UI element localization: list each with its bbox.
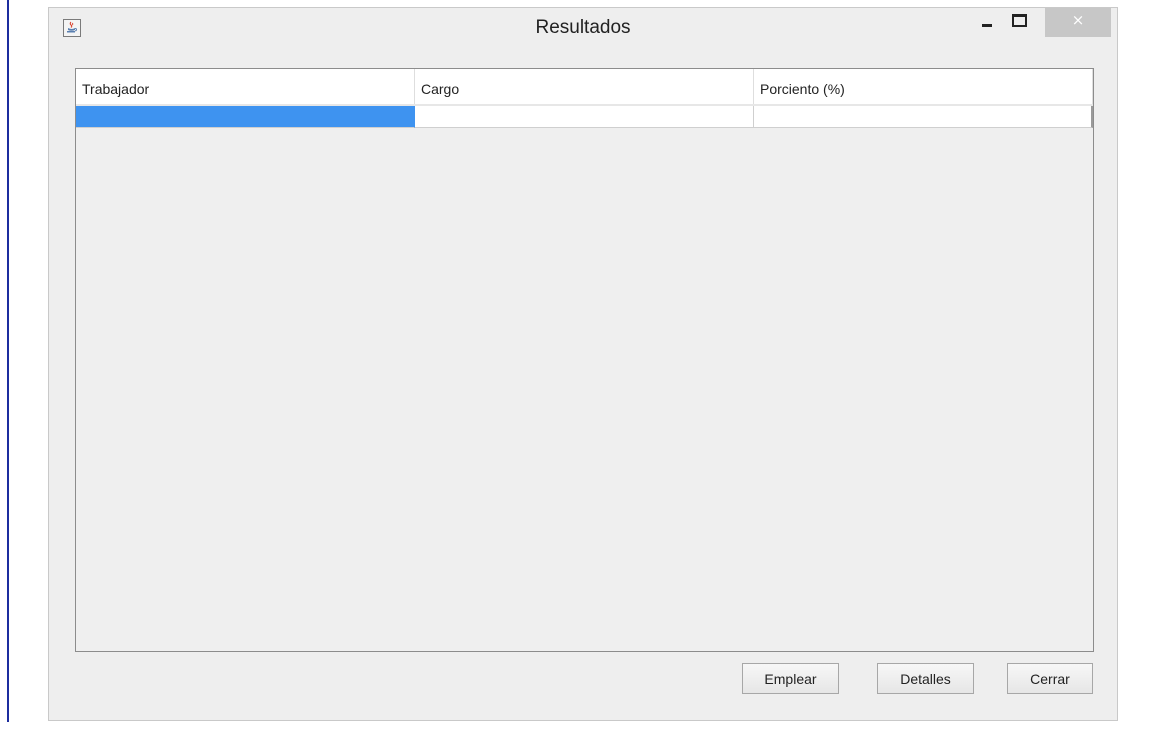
cell-porciento[interactable] <box>754 106 1093 128</box>
column-header-porciento[interactable]: Porciento (%) <box>754 69 1093 104</box>
cerrar-button[interactable]: Cerrar <box>1007 663 1093 694</box>
close-icon: × <box>1071 10 1085 29</box>
minimize-button[interactable] <box>972 8 1002 37</box>
detalles-button[interactable]: Detalles <box>877 663 974 694</box>
table-header: Trabajador Cargo Porciento (%) <box>76 69 1093 106</box>
left-border-line <box>7 0 9 722</box>
maximize-icon <box>1011 14 1027 27</box>
emplear-button[interactable]: Emplear <box>742 663 839 694</box>
cell-trabajador[interactable] <box>76 106 415 128</box>
column-header-trabajador[interactable]: Trabajador <box>76 69 415 104</box>
close-button[interactable]: × <box>1045 8 1111 37</box>
cell-cargo[interactable] <box>415 106 754 128</box>
column-header-cargo[interactable]: Cargo <box>415 69 754 104</box>
table-row[interactable] <box>76 106 1093 128</box>
title-bar[interactable]: Resultados × <box>49 8 1117 50</box>
minimize-icon <box>982 24 992 27</box>
results-table[interactable]: Trabajador Cargo Porciento (%) <box>75 68 1094 652</box>
window-title: Resultados <box>535 17 631 38</box>
maximize-button[interactable] <box>1003 8 1035 37</box>
results-window: Resultados × Trabajador Cargo Porciento … <box>48 7 1118 721</box>
